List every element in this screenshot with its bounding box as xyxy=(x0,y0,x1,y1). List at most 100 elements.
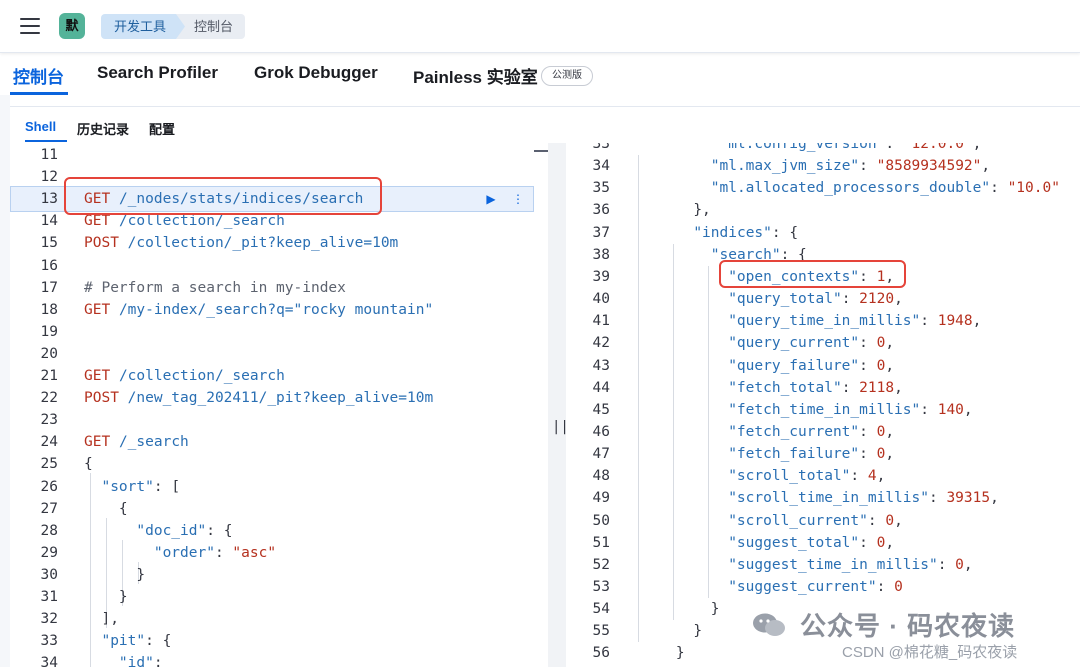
line-code: "query_time_in_millis": 1948, xyxy=(728,313,982,330)
line-number: 16 xyxy=(40,257,58,274)
editor-line[interactable]: 32 ], xyxy=(10,608,548,630)
editor-line[interactable]: 29 "order": "asc" xyxy=(10,542,548,564)
line-code: GET /_search xyxy=(84,434,189,451)
editor-line[interactable]: 28 "doc_id": { xyxy=(10,520,548,542)
line-number: 49 xyxy=(592,490,610,507)
line-code: "ml.max_jvm_size": "8589934592", xyxy=(710,158,991,175)
line-number: 30 xyxy=(40,566,58,583)
line-code: { xyxy=(84,456,93,473)
page-gutter xyxy=(0,95,10,667)
line-code: POST /new_tag_202411/_pit?keep_alive=10m xyxy=(84,390,434,407)
line-code: POST /collection/_pit?keep_alive=10m xyxy=(84,235,399,252)
editor-line[interactable]: 27 { xyxy=(10,498,548,520)
csdn-watermark: CSDN @棉花糖_码农夜读 xyxy=(842,644,1018,661)
line-number: 42 xyxy=(592,335,610,352)
line-code: "fetch_total": 2118, xyxy=(728,379,903,396)
line-code: "pit": { xyxy=(101,633,172,650)
panel-resizer[interactable] xyxy=(548,143,566,667)
line-number: 33 xyxy=(592,143,610,152)
editor-line[interactable]: 15 POST /collection/_pit?keep_alive=10m xyxy=(10,232,548,254)
response-line: 53 "suggest_current": 0 xyxy=(566,576,1080,598)
line-number: 28 xyxy=(40,522,58,539)
more-vertical-icon[interactable]: ⋮ xyxy=(512,192,524,206)
breadcrumb-dev-tools[interactable]: 开发工具 xyxy=(101,14,186,39)
line-code: "order": "asc" xyxy=(153,544,277,561)
line-code: { xyxy=(84,500,128,517)
response-line: 47 "fetch_failure": 0, xyxy=(566,443,1080,465)
editor-line[interactable]: 33 "pit": { xyxy=(10,630,548,652)
line-code: } xyxy=(693,623,703,640)
line-number: 24 xyxy=(40,434,58,451)
line-number: 53 xyxy=(592,579,610,595)
line-code: "suggest_current": 0 xyxy=(728,579,903,595)
line-code: "fetch_time_in_millis": 140, xyxy=(728,401,973,418)
line-code: "ml.config_version": "12.0.0", xyxy=(719,143,982,152)
editor-line[interactable]: 11 xyxy=(10,144,548,166)
response-line: 46 "fetch_current": 0, xyxy=(566,421,1080,443)
line-number: 55 xyxy=(592,623,610,640)
editor-scrollbar[interactable] xyxy=(534,150,548,152)
response-line: 49 "scroll_time_in_millis": 39315, xyxy=(566,487,1080,509)
tab-console[interactable]: 控制台 xyxy=(13,63,64,88)
subtab-shell[interactable]: Shell xyxy=(25,119,56,134)
subtab-history[interactable]: 历史记录 xyxy=(77,119,129,138)
line-number: 14 xyxy=(40,213,58,230)
response-line: 36}, xyxy=(566,199,1080,221)
line-code: GET /collection/_search xyxy=(84,368,285,384)
editor-line[interactable]: 22 POST /new_tag_202411/_pit?keep_alive=1… xyxy=(10,387,548,409)
response-line: 33 "ml.config_version": "12.0.0", xyxy=(566,143,1080,155)
space-avatar[interactable]: 默 xyxy=(59,13,85,39)
line-number: 36 xyxy=(592,202,610,219)
tab-painless-lab[interactable]: Painless 实验室 xyxy=(413,63,538,88)
line-number: 13 xyxy=(40,191,58,208)
line-code: "scroll_total": 4, xyxy=(728,468,886,485)
tab-grok-debugger[interactable]: Grok Debugger xyxy=(254,63,378,83)
line-code: "suggest_time_in_millis": 0, xyxy=(728,556,973,573)
editor-line[interactable]: 21 GET /collection/_search xyxy=(10,365,548,387)
editor-line[interactable]: 23 xyxy=(10,409,548,431)
line-code: # Perform a search in my-index xyxy=(84,279,346,296)
editor-line[interactable]: 26 "sort": [ xyxy=(10,476,548,498)
line-code: "ml.allocated_processors_double": "10.0" xyxy=(710,180,1060,197)
response-line: 37 "indices": { xyxy=(566,222,1080,244)
editor-line[interactable]: 34 "id": xyxy=(10,652,548,667)
editor-line[interactable]: 20 xyxy=(10,343,548,365)
editor-line[interactable]: 25 { xyxy=(10,453,548,475)
breadcrumb-console: 控制台 xyxy=(176,14,246,39)
response-line: 43 "query_failure": 0, xyxy=(566,355,1080,377)
editor-line[interactable]: 19 xyxy=(10,321,548,343)
editor-line[interactable]: 30 } xyxy=(10,564,548,586)
line-number: 26 xyxy=(40,478,58,495)
response-line: 44 "fetch_total": 2118, xyxy=(566,377,1080,399)
line-number: 32 xyxy=(40,611,58,628)
request-editor[interactable]: 11 12 13 GET /_nodes/stats/indices/search 14… xyxy=(10,143,548,667)
active-subtab-indicator xyxy=(25,140,67,142)
line-code: "fetch_current": 0, xyxy=(728,423,895,440)
response-line: 50 "scroll_current": 0, xyxy=(566,510,1080,532)
editor-line[interactable]: 16 xyxy=(10,255,548,277)
editor-line[interactable]: 31 } xyxy=(10,586,548,608)
line-code: } xyxy=(84,589,128,605)
line-number: 11 xyxy=(40,147,58,163)
line-number: 15 xyxy=(40,235,58,252)
line-number: 47 xyxy=(592,446,610,463)
play-icon[interactable]: ▶ xyxy=(484,192,498,206)
editor-line[interactable]: 17 # Perform a search in my-index xyxy=(10,277,548,299)
editor-line[interactable]: 24 GET /_search xyxy=(10,431,548,453)
watermark-text: 公众号 · 码农夜读 xyxy=(800,611,1016,641)
editor-line[interactable]: 18 GET /my-index/_search?q="rocky mountai… xyxy=(10,299,548,321)
line-code: "query_current": 0, xyxy=(728,335,895,352)
menu-icon[interactable] xyxy=(20,18,40,34)
response-line: 42 "query_current": 0, xyxy=(566,332,1080,354)
beta-badge: 公测版 xyxy=(541,66,593,86)
line-number: 40 xyxy=(592,291,610,308)
line-code: "doc_id": { xyxy=(136,522,233,539)
line-number: 38 xyxy=(592,246,610,263)
subtab-config[interactable]: 配置 xyxy=(149,119,175,138)
line-code: "suggest_total": 0, xyxy=(728,534,895,551)
line-number: 52 xyxy=(592,556,610,573)
response-line: 41 "query_time_in_millis": 1948, xyxy=(566,310,1080,332)
wechat-icon xyxy=(753,613,785,636)
highlight-request-box xyxy=(64,177,382,215)
tab-search-profiler[interactable]: Search Profiler xyxy=(97,63,218,83)
